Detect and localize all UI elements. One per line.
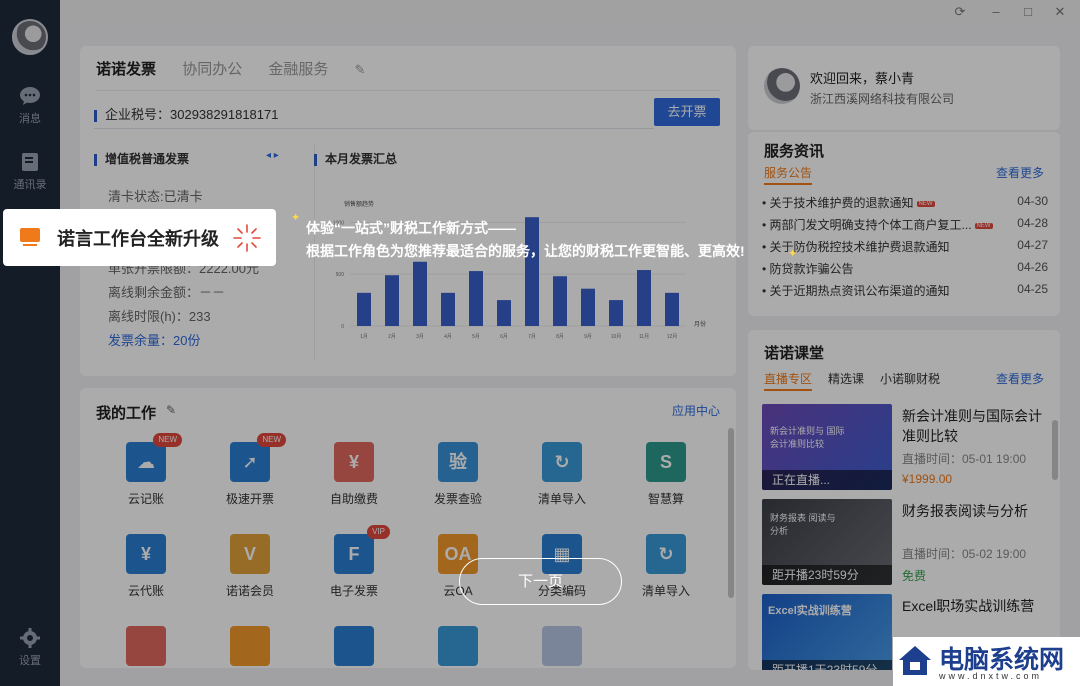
guide-tip: 体验“一站式”财税工作新方式—— 根据工作角色为您推荐最适合的服务，让您的财税工… (306, 217, 745, 263)
guide-line-1: 体验“一站式”财税工作新方式—— (306, 220, 516, 236)
guide-line-2: 根据工作角色为您推荐最适合的服务，让您的财税工作更智能、更高效! (306, 243, 745, 259)
monitor-stand (23, 244, 37, 246)
sparkle-icon: ✦ (291, 212, 301, 224)
sparkle-icon: ✦ (788, 248, 798, 260)
next-page-button[interactable]: 下一页 (459, 558, 622, 605)
guide-title: 诺言工作台全新升级 (57, 229, 219, 249)
guide-highlight-card: 诺言工作台全新升级 (3, 209, 276, 266)
watermark-url: www.dnxtw.com (939, 671, 1043, 681)
watermark: 电脑系统网 www.dnxtw.com (893, 637, 1080, 686)
house-logo-icon (899, 646, 931, 675)
firework-icon (233, 224, 261, 252)
monitor-icon (20, 228, 40, 242)
